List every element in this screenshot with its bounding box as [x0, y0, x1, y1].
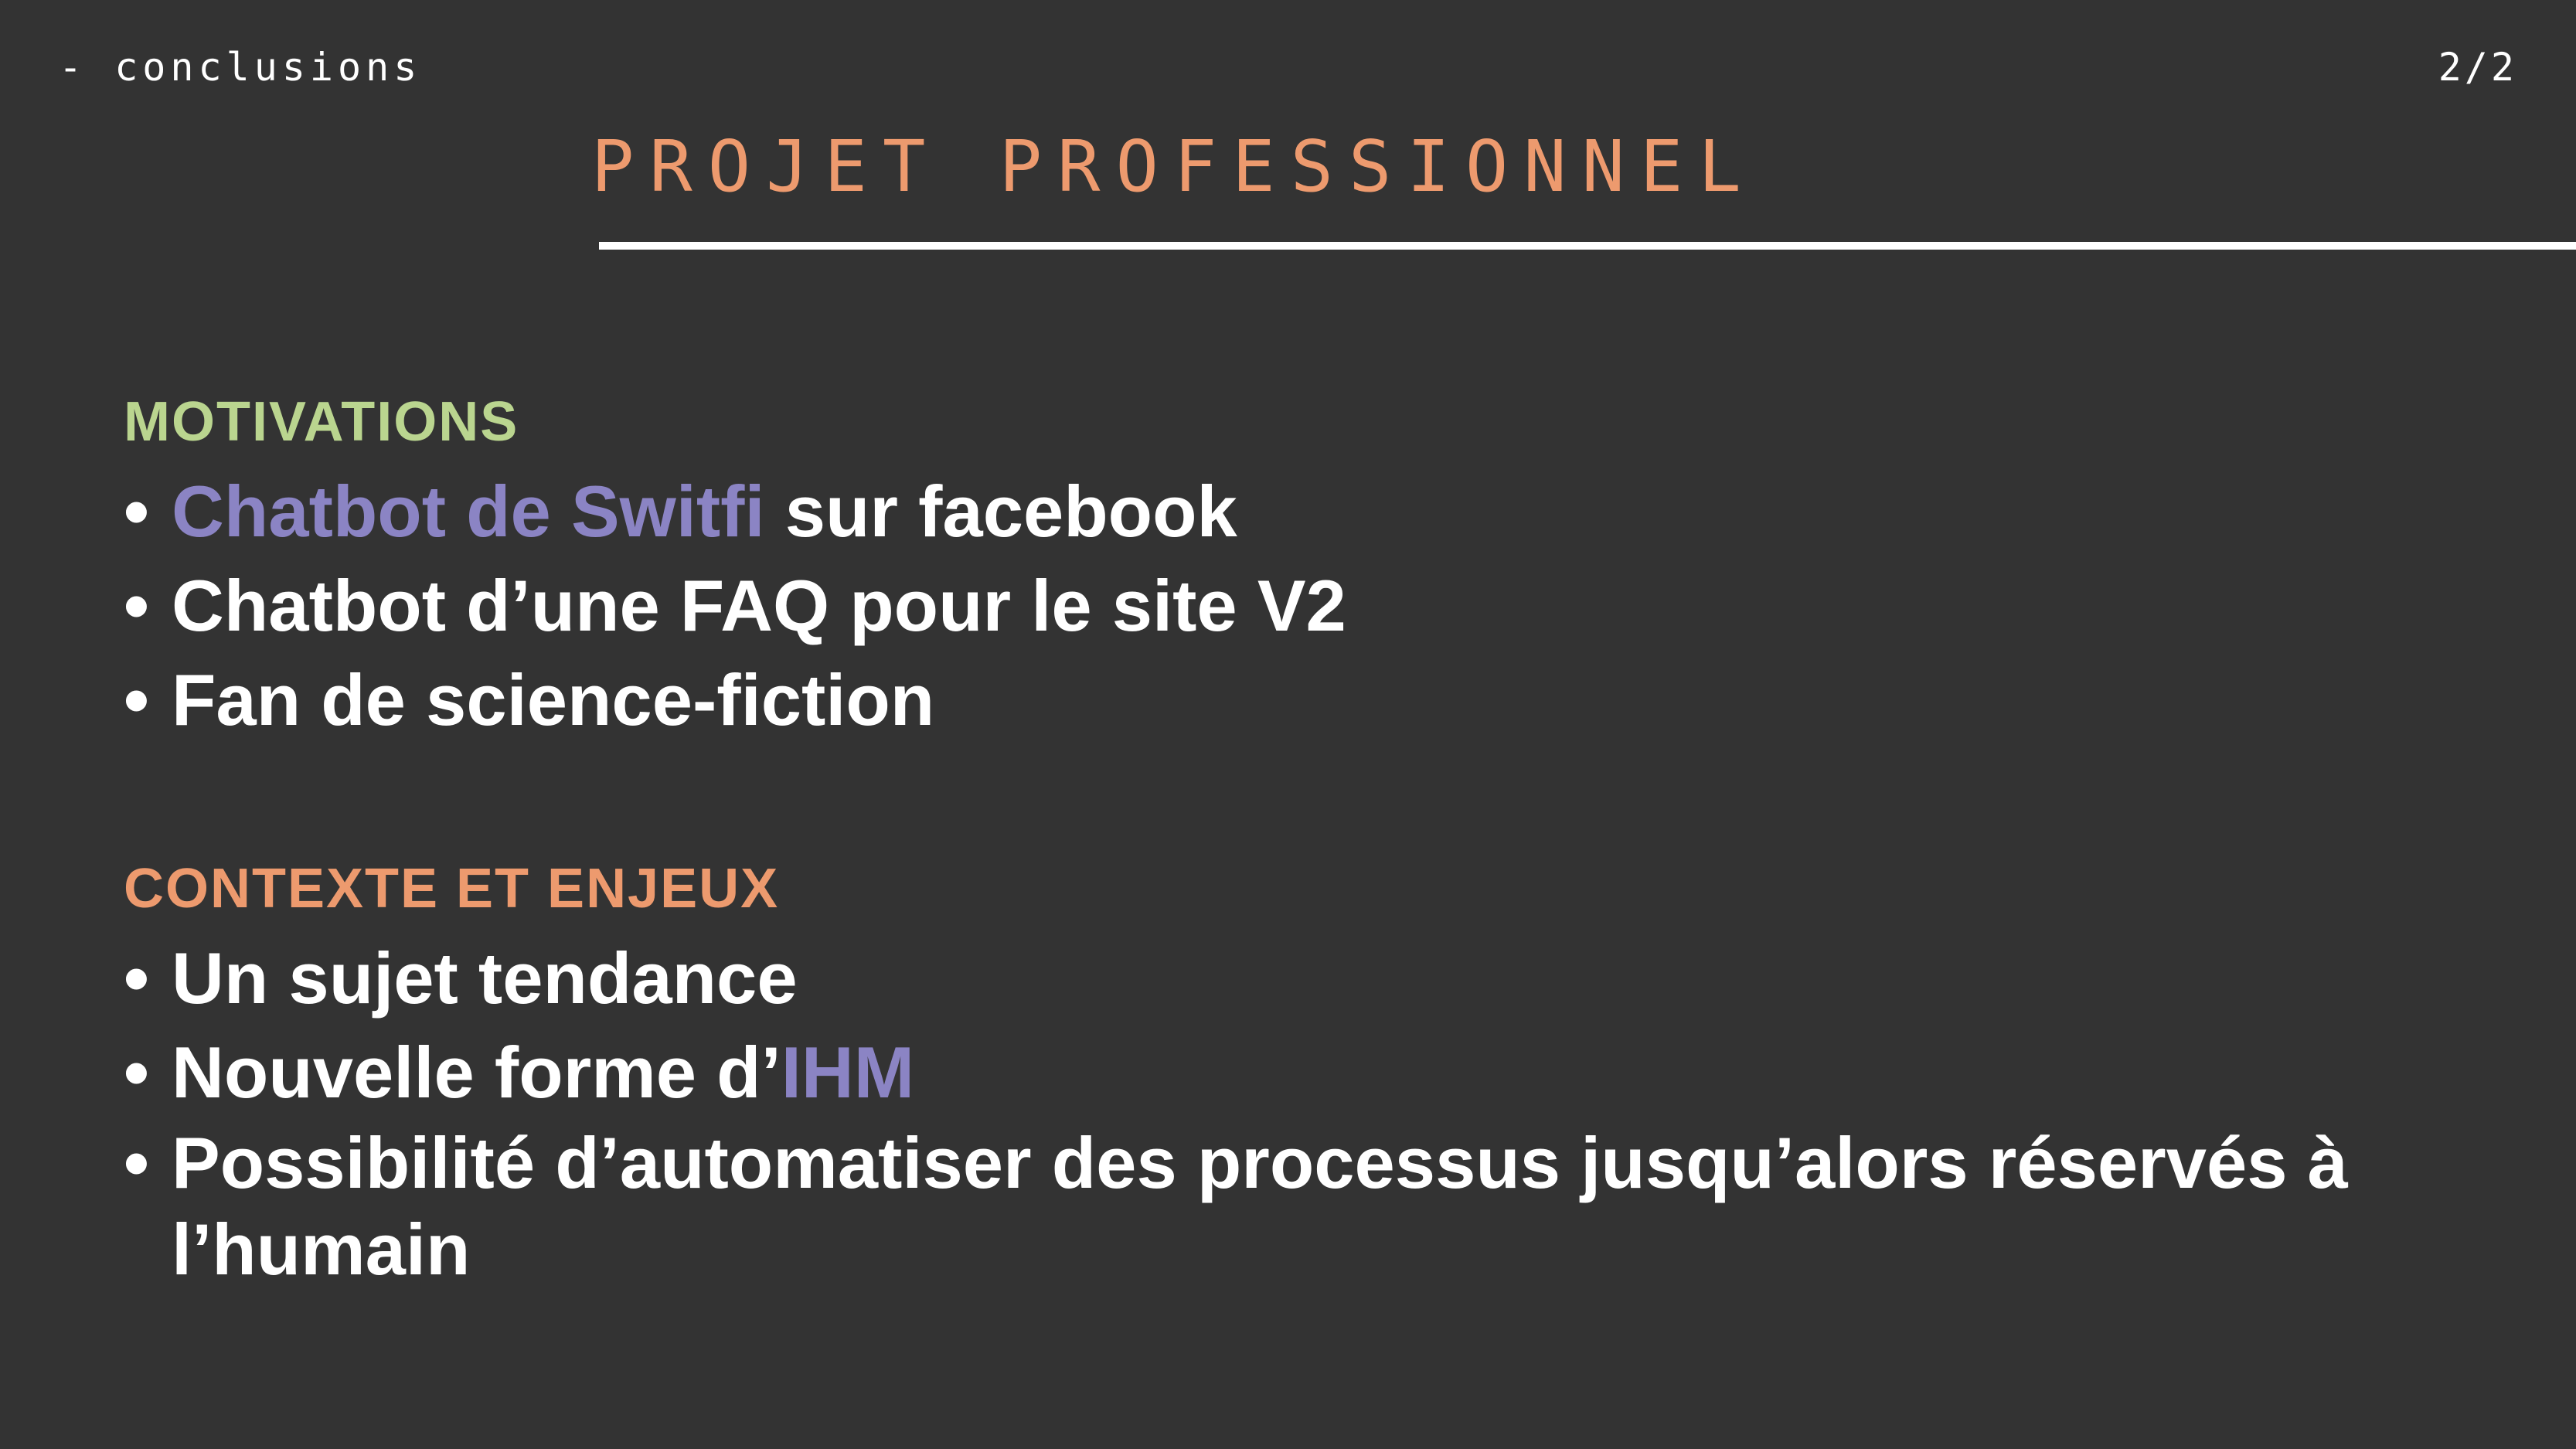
list-item: • Possibilité d’automatiser des processus… [124, 1120, 2444, 1293]
bullet-icon: • [124, 565, 149, 646]
list-item: • Fan de science-fiction [124, 653, 1346, 747]
item-text: Un sujet tendance [172, 937, 798, 1019]
page-number: 2/2 [2438, 45, 2517, 90]
context-heading: CONTEXTE ET ENJEUX [124, 858, 780, 920]
highlight-text: Chatbot de Switfi [172, 471, 765, 552]
section-label: - conclusions [59, 45, 422, 90]
list-item: • Nouvelle forme d’IHM [124, 1026, 2442, 1120]
bullet-icon: • [124, 1032, 149, 1113]
highlight-text: IHM [781, 1032, 915, 1113]
item-text: Possibilité d’automatiser des processus … [172, 1122, 2348, 1290]
title-underline [599, 242, 2576, 250]
bullet-icon: • [124, 471, 149, 552]
item-text: Chatbot d’une FAQ pour le site V2 [172, 565, 1346, 646]
slide-title: PROJET PROFESSIONNEL [591, 125, 1757, 208]
list-item: • Chatbot de Switfi sur facebook [124, 464, 1346, 559]
bullet-icon: • [124, 937, 149, 1019]
slide: - conclusions 2/2 PROJET PROFESSIONNEL M… [0, 0, 2576, 1449]
context-list: • Un sujet tendance • Nouvelle forme d’IHM… [124, 931, 2442, 1293]
bullet-icon: • [124, 659, 149, 740]
item-text: Fan de science-fiction [172, 659, 935, 740]
motivations-list: • Chatbot de Switfi sur facebook • Chatbot… [124, 464, 1346, 747]
motivations-heading: MOTIVATIONS [124, 391, 519, 453]
list-item: • Un sujet tendance [124, 931, 2442, 1026]
item-text: Nouvelle forme d’ [172, 1032, 781, 1113]
item-text: sur facebook [764, 471, 1237, 552]
bullet-icon: • [124, 1122, 149, 1203]
list-item: • Chatbot d’une FAQ pour le site V2 [124, 559, 1346, 653]
